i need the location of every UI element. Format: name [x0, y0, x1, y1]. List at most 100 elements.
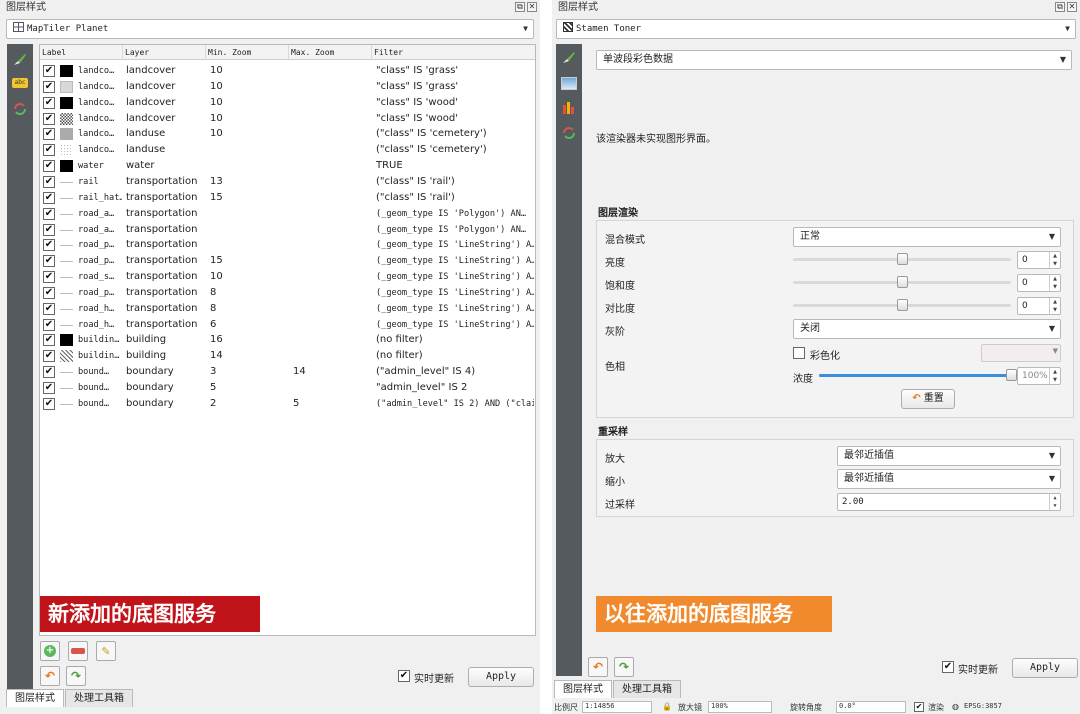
brightness-spinbox[interactable]: 0 ▲ ▼ [1017, 251, 1061, 269]
rule-checkbox[interactable]: ✔ [43, 239, 55, 252]
zoom-in-select[interactable]: 最邻近插值 ▼ [837, 446, 1061, 466]
close-icon[interactable]: ✕ [527, 2, 537, 12]
rule-checkbox[interactable]: ✔ [43, 144, 55, 157]
table-row[interactable]: ✔ road_a… transportation (_geom_type IS 'Po… [40, 206, 535, 222]
table-row[interactable]: ✔ road_p… transportation 8 (_geom_type IS 'L… [40, 285, 535, 301]
rule-checkbox[interactable]: ✔ [43, 175, 55, 188]
table-row[interactable]: ✔ landco… landcover 10 "class" IS 'grass' [40, 63, 535, 79]
histogram-icon[interactable] [560, 98, 578, 116]
table-row[interactable]: ✔ landco… landcover 10 "class" IS 'grass' [40, 79, 535, 95]
contrast-spinbox[interactable]: 0 ▲ ▼ [1017, 297, 1061, 315]
table-row[interactable]: ✔ road_h… transportation 6 (_geom_type IS 'L… [40, 317, 535, 333]
column-header-label[interactable]: Label [40, 45, 123, 60]
table-row[interactable]: ✔ water water TRUE [40, 158, 535, 174]
undo-button[interactable]: ↶ [40, 666, 60, 686]
tab-processing-toolbox[interactable]: 处理工具箱 [613, 680, 681, 698]
resampling-heading[interactable]: 重采样 [598, 423, 628, 438]
magnifier-input[interactable]: 100% [708, 701, 772, 713]
strength-spinbox[interactable]: 100% ▲ ▼ [1017, 367, 1061, 385]
rule-checkbox[interactable]: ✔ [43, 255, 55, 268]
table-row[interactable]: ✔ road_h… transportation 8 (_geom_type IS 'L… [40, 301, 535, 317]
undo-button[interactable]: ↶ [588, 657, 608, 677]
slider-handle[interactable] [897, 276, 908, 288]
slider-handle[interactable] [1006, 369, 1017, 381]
paintbrush-icon[interactable] [11, 50, 29, 68]
rotation-input[interactable]: 0.0° [836, 701, 906, 713]
labels-abc-icon[interactable]: abc [11, 74, 29, 92]
zoom-out-select[interactable]: 最邻近插值 ▼ [837, 469, 1061, 489]
rule-checkbox[interactable]: ✔ [43, 286, 55, 299]
tab-layer-styling[interactable]: 图层样式 [6, 689, 64, 707]
rule-checkbox[interactable]: ✔ [43, 80, 55, 93]
table-row[interactable]: ✔ buildin… building 16 (no filter) [40, 332, 535, 348]
spin-arrows-icon[interactable]: ▲ ▼ [1049, 494, 1060, 510]
paintbrush-icon[interactable] [560, 48, 578, 66]
spin-arrows-icon[interactable]: ▲ ▼ [1049, 252, 1060, 268]
rule-checkbox[interactable]: ✔ [43, 128, 55, 141]
tab-layer-styling[interactable]: 图层样式 [554, 680, 612, 698]
grayscale-select[interactable]: 关闭 ▼ [793, 319, 1061, 339]
reset-button[interactable]: ↶ 重置 [901, 389, 955, 409]
table-row[interactable]: ✔ landco… landcover 10 "class" IS 'wood' [40, 111, 535, 127]
column-header-min-zoom[interactable]: Min. Zoom [206, 45, 289, 60]
rule-checkbox[interactable]: ✔ [43, 223, 55, 236]
table-row[interactable]: ✔ bound… boundary 5 "admin_level" IS 2 [40, 380, 535, 396]
tab-processing-toolbox[interactable]: 处理工具箱 [65, 689, 133, 707]
renderer-type-select[interactable]: 单波段彩色数据 ▼ [596, 50, 1072, 70]
brightness-slider[interactable] [793, 250, 1011, 270]
saturation-slider[interactable] [793, 273, 1011, 293]
live-update-checkbox[interactable]: ✔ [398, 670, 410, 682]
rule-checkbox[interactable]: ✔ [43, 366, 55, 379]
layer-select[interactable]: Stamen Toner ▼ [556, 19, 1076, 39]
layer-select[interactable]: MapTiler Planet ▼ [6, 19, 534, 39]
edit-rule-button[interactable]: ✎ [96, 641, 116, 661]
column-header-filter[interactable]: Filter [372, 45, 535, 60]
table-row[interactable]: ✔ bound… boundary 3 14 ("admin_level" IS 4) [40, 364, 535, 380]
saturation-spinbox[interactable]: 0 ▲ ▼ [1017, 274, 1061, 292]
column-header-layer[interactable]: Layer [123, 45, 206, 60]
crs-indicator[interactable]: EPSG:3857 [964, 702, 1002, 710]
table-row[interactable]: ✔ road_s… transportation 10 (_geom_type IS '… [40, 269, 535, 285]
rule-checkbox[interactable]: ✔ [43, 96, 55, 109]
lock-icon[interactable]: 🔒 [662, 702, 672, 711]
slider-handle[interactable] [897, 253, 908, 265]
rule-checkbox[interactable]: ✔ [43, 302, 55, 315]
crs-globe-icon[interactable]: ◍ [952, 702, 959, 711]
layer-rendering-heading[interactable]: 图层渲染 [598, 204, 638, 219]
table-row[interactable]: ✔ landco… landuse 10 ("class" IS 'cemetery') [40, 126, 535, 142]
table-row[interactable]: ✔ road_p… transportation 15 (_geom_type IS '… [40, 253, 535, 269]
render-checkbox[interactable]: ✔ [914, 702, 924, 712]
apply-button[interactable]: Apply [468, 667, 534, 687]
table-row[interactable]: ✔ road_p… transportation (_geom_type IS 'Li… [40, 237, 535, 253]
column-header-max-zoom[interactable]: Max. Zoom [289, 45, 372, 60]
live-update-checkbox[interactable]: ✔ [942, 661, 954, 673]
redo-button[interactable]: ↷ [614, 657, 634, 677]
rule-checkbox[interactable]: ✔ [43, 271, 55, 284]
table-row[interactable]: ✔ rail transportation 13 ("class" IS 'rail') [40, 174, 535, 190]
rule-checkbox[interactable]: ✔ [43, 397, 55, 410]
rule-checkbox[interactable]: ✔ [43, 112, 55, 125]
blend-mode-select[interactable]: 正常 ▼ [793, 227, 1061, 247]
apply-button[interactable]: Apply [1012, 658, 1078, 678]
table-row[interactable]: ✔ landco… landuse ("class" IS 'cemetery') [40, 142, 535, 158]
history-icon[interactable] [560, 124, 578, 142]
slider-handle[interactable] [897, 299, 908, 311]
table-row[interactable]: ✔ bound… boundary 2 5 ("admin_level" IS 2) AN… [40, 396, 535, 412]
add-rule-button[interactable]: + [40, 641, 60, 661]
rule-checkbox[interactable]: ✔ [43, 65, 55, 77]
strength-slider[interactable] [819, 366, 1017, 386]
oversampling-spinbox[interactable]: 2.00 ▲ ▼ [837, 493, 1061, 511]
redo-button[interactable]: ↷ [66, 666, 86, 686]
float-icon[interactable]: ⧉ [515, 2, 525, 12]
table-row[interactable]: ✔ landco… landcover 10 "class" IS 'wood' [40, 95, 535, 111]
rule-checkbox[interactable]: ✔ [43, 191, 55, 204]
rule-checkbox[interactable]: ✔ [43, 382, 55, 394]
scale-input[interactable]: 1:14856 [582, 701, 652, 713]
table-row[interactable]: ✔ road_a… transportation (_geom_type IS 'Po… [40, 222, 535, 238]
spin-arrows-icon[interactable]: ▲ ▼ [1049, 368, 1060, 384]
close-icon[interactable]: ✕ [1067, 2, 1077, 12]
rule-checkbox[interactable]: ✔ [43, 350, 55, 363]
contrast-slider[interactable] [793, 296, 1011, 316]
colorize-checkbox[interactable] [793, 347, 805, 359]
float-icon[interactable]: ⧉ [1055, 2, 1065, 12]
